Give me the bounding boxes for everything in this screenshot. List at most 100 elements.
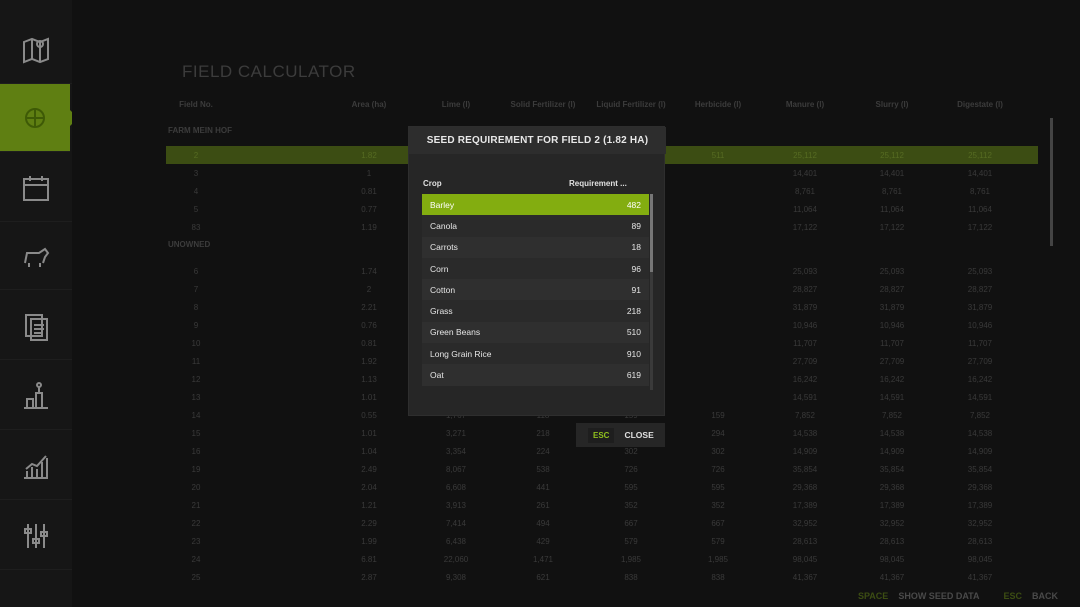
- crop-requirement: 910: [626, 348, 641, 359]
- table-cell: 16,242: [792, 375, 818, 384]
- table-row[interactable]: 24 6.81 22,060 1,471 1,985 1,985 98,045 98,045 9…: [166, 550, 1038, 568]
- table-row[interactable]: 21 1.21 3,913 261 352 352 17,389 17,389 17,389: [166, 496, 1038, 514]
- table-cell: 3: [193, 169, 199, 178]
- table-cell: 25,093: [879, 267, 905, 276]
- crop-requirement: 482: [626, 199, 641, 210]
- table-cell: 538: [536, 465, 550, 474]
- table-cell: 14,401: [792, 169, 818, 178]
- table-row[interactable]: 25 2.87 9,308 621 838 838 41,367 41,367 41,367: [166, 568, 1038, 586]
- table-header: Field No. Area (ha) Lime (l) Solid Fertiliz…: [166, 100, 1056, 112]
- table-cell: 27,709: [879, 357, 905, 366]
- close-button[interactable]: ESC CLOSE: [576, 423, 665, 447]
- table-cell: 35,854: [967, 465, 993, 474]
- table-cell: 16,242: [879, 375, 905, 384]
- crop-row-corn[interactable]: Corn 96: [422, 257, 649, 280]
- crop-row-barley[interactable]: Barley 482: [422, 194, 649, 216]
- table-cell: 838: [711, 573, 725, 582]
- table-cell: 28,827: [967, 285, 993, 294]
- table-cell: 1.21: [361, 501, 377, 510]
- table-cell: 7,852: [881, 411, 903, 420]
- table-cell: 16: [191, 447, 201, 456]
- sidebar-item-contracts[interactable]: [0, 292, 72, 360]
- table-cell: 7,414: [445, 519, 467, 528]
- crop-name: Green Beans: [430, 327, 481, 338]
- table-cell: 7: [193, 285, 199, 294]
- crop-row-canola[interactable]: Canola 89: [422, 215, 649, 237]
- table-cell: 12: [191, 375, 201, 384]
- table-row[interactable]: 19 2.49 8,067 538 726 726 35,854 35,854 35,854: [166, 460, 1038, 478]
- table-cell: 31,879: [967, 303, 993, 312]
- table-row[interactable]: 23 1.99 6,438 429 579 579 28,613 28,613 28,613: [166, 532, 1038, 550]
- sidebar-item-production[interactable]: [0, 362, 72, 430]
- crop-requirement: 218: [626, 306, 641, 317]
- table-row[interactable]: 20 2.04 6,608 441 595 595 29,368 29,368 29,368: [166, 478, 1038, 496]
- column-header: Liquid Fertilizer (l): [596, 100, 666, 109]
- table-cell: 1.19: [361, 223, 377, 232]
- table-cell: 2: [366, 285, 372, 294]
- table-cell: 595: [711, 483, 725, 492]
- show-seed-data-button[interactable]: SHOW SEED DATA: [898, 591, 979, 601]
- sidebar-item-settings[interactable]: [0, 502, 72, 570]
- group-label: FARM MEIN HOF: [168, 126, 232, 135]
- table-cell: 25,093: [792, 267, 818, 276]
- table-cell: 32,952: [967, 519, 993, 528]
- table-cell: 14,909: [879, 447, 905, 456]
- table-cell: 25,112: [880, 151, 904, 160]
- table-cell: 17,389: [967, 501, 993, 510]
- table-cell: 0.76: [361, 321, 377, 330]
- table-cell: 494: [536, 519, 550, 528]
- table-cell: 11,064: [880, 205, 904, 214]
- table-row[interactable]: 22 2.29 7,414 494 667 667 32,952 32,952 32,952: [166, 514, 1038, 532]
- sidebar-item-statistics[interactable]: [0, 432, 72, 500]
- table-cell: 7,852: [794, 411, 816, 420]
- crop-list-scrollbar[interactable]: [650, 194, 653, 272]
- table-cell: 11,707: [968, 339, 992, 348]
- table-cell: 838: [624, 573, 638, 582]
- table-cell: 9: [193, 321, 199, 330]
- table-cell: 726: [711, 465, 725, 474]
- sidebar-item-animals[interactable]: [0, 222, 72, 290]
- column-header: Solid Fertilizer (l): [510, 100, 576, 109]
- crop-name: Grass: [430, 306, 453, 317]
- table-cell: 1,471: [532, 555, 554, 564]
- table-cell: 22,060: [443, 555, 469, 564]
- table-cell: 28,827: [792, 285, 818, 294]
- table-cell: 27,709: [792, 357, 818, 366]
- table-cell: 3,354: [445, 447, 467, 456]
- table-cell: 2: [193, 151, 199, 160]
- sidebar-item-fields[interactable]: [0, 84, 78, 152]
- crop-row-green-beans[interactable]: Green Beans 510: [422, 321, 649, 344]
- table-cell: 159: [711, 411, 725, 420]
- sidebar-item-calendar[interactable]: [0, 154, 72, 222]
- table-cell: 17,122: [879, 223, 905, 232]
- table-cell: 17,389: [792, 501, 818, 510]
- crop-row-cotton[interactable]: Cotton 91: [422, 279, 649, 301]
- table-cell: 19: [191, 465, 201, 474]
- seed-requirement-dialog: SEED REQUIREMENT FOR FIELD 2 (1.82 HA) C…: [408, 126, 666, 416]
- table-cell: 1.01: [361, 393, 377, 402]
- table-cell: 41,367: [879, 573, 905, 582]
- crop-row-oat[interactable]: Oat 619: [422, 364, 649, 386]
- crop-row-grass[interactable]: Grass 218: [422, 300, 649, 322]
- column-header: Manure (l): [785, 100, 825, 109]
- back-button[interactable]: BACK: [1032, 591, 1058, 601]
- table-cell: 0.81: [361, 339, 377, 348]
- table-cell: 441: [536, 483, 550, 492]
- crop-row-carrots[interactable]: Carrots 18: [422, 236, 649, 258]
- table-cell: 14: [191, 411, 201, 420]
- crop-row-long-grain-rice[interactable]: Long Grain Rice 910: [422, 343, 649, 365]
- crop-list: Barley 482 Canola 89 Carrots 18 Corn 96 Cotton 91…: [422, 194, 649, 386]
- table-cell: 35,854: [879, 465, 905, 474]
- table-cell: 32,952: [792, 519, 818, 528]
- requirement-column-header: Requirement ...: [569, 179, 627, 188]
- crop-column-header: Crop: [423, 179, 442, 188]
- table-scrollbar[interactable]: [1050, 118, 1053, 246]
- field-icon: [25, 107, 45, 128]
- sidebar-item-map[interactable]: [0, 16, 72, 84]
- table-cell: 14,909: [967, 447, 993, 456]
- table-cell: 8,761: [969, 187, 991, 196]
- table-cell: 27,709: [967, 357, 993, 366]
- table-cell: 1.74: [361, 267, 377, 276]
- table-cell: 8,761: [881, 187, 903, 196]
- table-cell: 98,045: [879, 555, 905, 564]
